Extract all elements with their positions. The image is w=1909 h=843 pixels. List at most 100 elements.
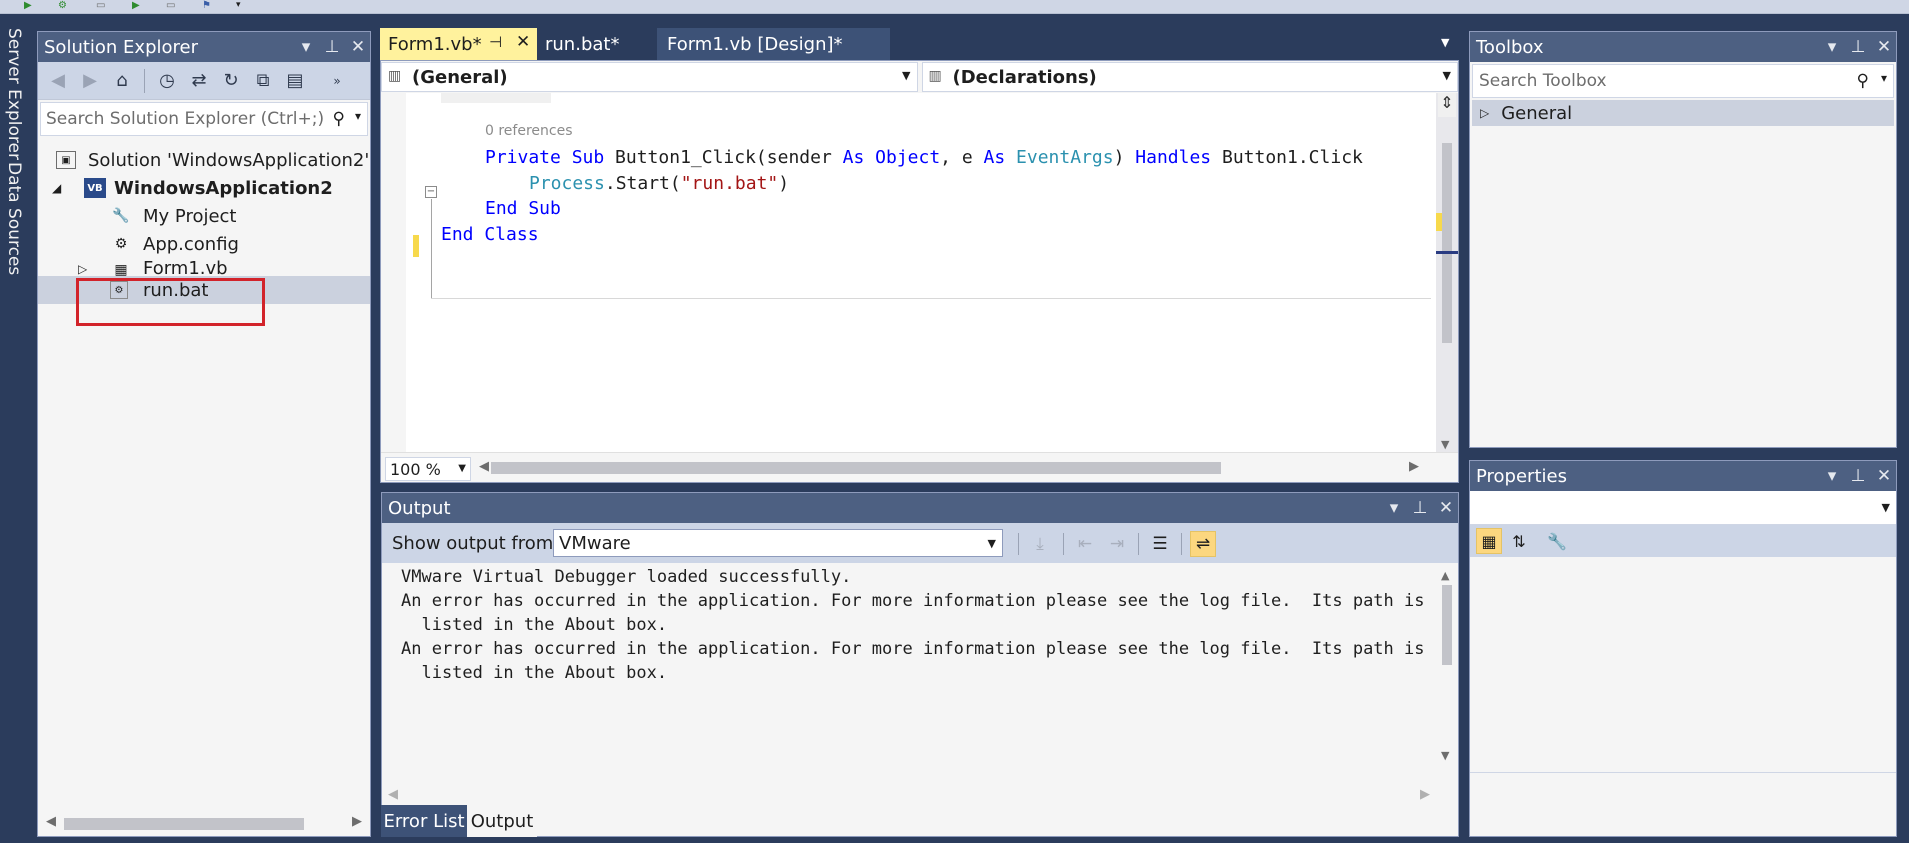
output-source-dropdown[interactable]: VMware ▼ xyxy=(553,529,1003,557)
property-pages-icon[interactable]: 🔧 xyxy=(1544,528,1570,554)
properties-object-dropdown[interactable]: ▼ xyxy=(1470,491,1896,525)
tab-output[interactable]: Output xyxy=(467,805,537,837)
editor-horizontal-scrollbar[interactable]: ◀ ▶ xyxy=(479,459,1419,475)
scroll-left-icon[interactable]: ◀ xyxy=(388,787,398,802)
search-icon[interactable]: ⚲ xyxy=(333,109,345,129)
show-all-files-icon[interactable]: ▤ xyxy=(283,69,307,93)
window-menu-icon[interactable]: ▾ xyxy=(1824,466,1840,486)
output-text-area[interactable]: VMware Virtual Debugger loaded successfu… xyxy=(382,565,1432,785)
change-marker xyxy=(413,235,419,257)
chevron-down-icon[interactable]: ▾ xyxy=(1881,71,1887,85)
chevron-down-icon[interactable]: ▾ xyxy=(236,0,250,10)
word-wrap-icon[interactable]: ⇌ xyxy=(1190,531,1216,557)
solution-tree: ▣ Solution 'WindowsApplication2' (1 p ◢ … xyxy=(38,136,370,736)
pin-icon[interactable]: ⊥ xyxy=(324,37,340,57)
previous-message-icon[interactable]: ⇤ xyxy=(1072,531,1098,557)
clear-all-icon[interactable]: ☰ xyxy=(1147,531,1173,557)
search-icon[interactable]: ⚲ xyxy=(1857,71,1869,91)
close-icon[interactable]: ✕ xyxy=(516,32,530,52)
pin-icon[interactable]: ⊥ xyxy=(1850,37,1866,57)
search-solution-explorer-input[interactable]: Search Solution Explorer (Ctrl+;) ⚲ ▾ xyxy=(40,102,368,136)
save-all-icon[interactable]: ▶ xyxy=(132,0,146,11)
scrollbar-thumb[interactable] xyxy=(491,462,1221,474)
pin-icon[interactable]: ⊥ xyxy=(1850,466,1866,486)
close-icon[interactable]: ✕ xyxy=(350,37,366,57)
save-icon[interactable]: ▭ xyxy=(96,0,110,11)
chevron-down-icon[interactable]: ▾ xyxy=(355,109,361,123)
comment-icon[interactable]: ▭ xyxy=(166,0,180,11)
alphabetical-icon[interactable]: ⇅ xyxy=(1506,528,1532,554)
tab-error-list[interactable]: Error List xyxy=(381,805,467,837)
pending-changes-icon[interactable]: ◷ xyxy=(155,69,179,93)
pin-icon[interactable]: ⊣ xyxy=(489,33,502,51)
scroll-left-icon[interactable]: ◀ xyxy=(479,459,489,474)
keyword: Private Sub xyxy=(485,147,616,168)
back-icon[interactable]: ◀ xyxy=(46,69,70,93)
forward-icon[interactable]: ▶ xyxy=(78,69,102,93)
next-message-icon[interactable]: ⇥ xyxy=(1104,531,1130,557)
home-icon[interactable]: ⌂ xyxy=(110,69,134,93)
window-menu-icon[interactable]: ▾ xyxy=(1386,498,1402,518)
pin-icon[interactable]: ⊥ xyxy=(1412,498,1428,518)
tab-run-bat[interactable]: run.bat* xyxy=(537,28,657,60)
close-icon[interactable]: ✕ xyxy=(1438,498,1454,518)
window-menu-icon[interactable]: ▾ xyxy=(298,37,314,57)
split-window-icon[interactable]: ⇕ xyxy=(1438,93,1456,117)
search-toolbox-input[interactable]: Search Toolbox ⚲ ▾ xyxy=(1472,64,1894,98)
output-vertical-scrollbar[interactable]: ▲ ▼ xyxy=(1436,565,1458,765)
toolbar-options-icon[interactable]: ⚑ xyxy=(202,0,216,11)
build-icon[interactable]: ⚙ xyxy=(58,0,72,11)
collapsed-arrow-icon[interactable]: ▷ xyxy=(78,262,87,276)
collapse-toggle-icon[interactable]: − xyxy=(425,186,437,198)
code-token: Button1.Click xyxy=(1221,147,1363,168)
code-text-area[interactable]: 0 references − Private Sub Button1_Click… xyxy=(381,93,1435,453)
close-icon[interactable]: ✕ xyxy=(1876,37,1892,57)
tree-item-my-project[interactable]: 🔧 My Project xyxy=(38,202,370,230)
scrollbar-thumb[interactable] xyxy=(1442,585,1452,665)
horizontal-scrollbar[interactable]: ◀ ▶ xyxy=(38,810,370,836)
codelens-references[interactable]: 0 references xyxy=(485,123,573,139)
top-toolbar: ▶ ⚙ ▭ ▶ ▭ ⚑ ▾ xyxy=(0,0,1909,14)
output-window: Output ▾ ⊥ ✕ Show output from: VMware ▼ … xyxy=(381,492,1459,837)
zoom-dropdown[interactable]: 100 % ▼ xyxy=(385,457,471,481)
close-icon[interactable]: ✕ xyxy=(1876,466,1892,486)
scroll-right-icon[interactable]: ▶ xyxy=(1409,459,1419,474)
collapse-all-icon[interactable]: ⧉ xyxy=(251,69,275,93)
data-sources-tab[interactable]: Data Sources xyxy=(4,162,24,275)
start-debug-icon[interactable]: ▶ xyxy=(24,0,38,11)
collapsed-arrow-icon[interactable]: ▷ xyxy=(1480,106,1489,120)
overflow-icon[interactable]: » xyxy=(325,69,349,93)
tree-item-app-config[interactable]: ⚙ App.config xyxy=(38,230,370,258)
find-message-icon[interactable]: ⤓ xyxy=(1027,531,1053,557)
expanded-arrow-icon[interactable]: ◢ xyxy=(52,181,61,195)
refresh-icon[interactable]: ↻ xyxy=(219,69,243,93)
server-explorer-tab[interactable]: Server Explorer xyxy=(4,28,24,160)
declarations-dropdown[interactable]: ▥ (Declarations) ▼ xyxy=(921,62,1458,92)
toolbox-group-general[interactable]: ▷ General xyxy=(1472,100,1894,126)
output-line: An error has occurred in the application… xyxy=(401,591,1425,611)
scroll-right-icon[interactable]: ▶ xyxy=(1420,787,1430,802)
tab-form1-vb[interactable]: Form1.vb* ⊣ ✕ xyxy=(380,28,537,60)
window-menu-icon[interactable]: ▾ xyxy=(1824,37,1840,57)
scroll-up-icon[interactable]: ▲ xyxy=(1441,569,1449,582)
scroll-down-icon[interactable]: ▼ xyxy=(1441,438,1449,451)
tree-item-form1[interactable]: ▷ ▦ Form1.vb xyxy=(38,258,370,276)
keyword: Handles xyxy=(1135,147,1222,168)
scroll-right-icon[interactable]: ▶ xyxy=(352,814,362,829)
categorized-icon[interactable]: ▦ xyxy=(1476,528,1502,554)
sync-icon[interactable]: ⇄ xyxy=(187,69,211,93)
tree-item-project[interactable]: ◢ VB WindowsApplication2 xyxy=(38,174,370,202)
code-line-4: End Class xyxy=(441,224,539,245)
scrollbar-thumb[interactable] xyxy=(1442,143,1452,343)
tree-item-solution[interactable]: ▣ Solution 'WindowsApplication2' (1 p xyxy=(38,146,370,174)
output-horizontal-scrollbar[interactable]: ◀ ▶ xyxy=(382,785,1458,807)
tab-label: Form1.vb [Design]* xyxy=(667,33,843,55)
general-dropdown[interactable]: ▥ (General) ▼ xyxy=(381,62,918,92)
search-placeholder: Search Solution Explorer (Ctrl+;) xyxy=(46,109,325,129)
scroll-left-icon[interactable]: ◀ xyxy=(46,814,56,829)
tab-overflow-icon[interactable]: ▼ xyxy=(1441,36,1449,49)
editor-vertical-scrollbar[interactable]: ⇕ ▼ xyxy=(1436,93,1458,453)
tab-form1-design[interactable]: Form1.vb [Design]* xyxy=(657,28,890,60)
scrollbar-thumb[interactable] xyxy=(64,818,304,830)
scroll-down-icon[interactable]: ▼ xyxy=(1441,749,1449,762)
